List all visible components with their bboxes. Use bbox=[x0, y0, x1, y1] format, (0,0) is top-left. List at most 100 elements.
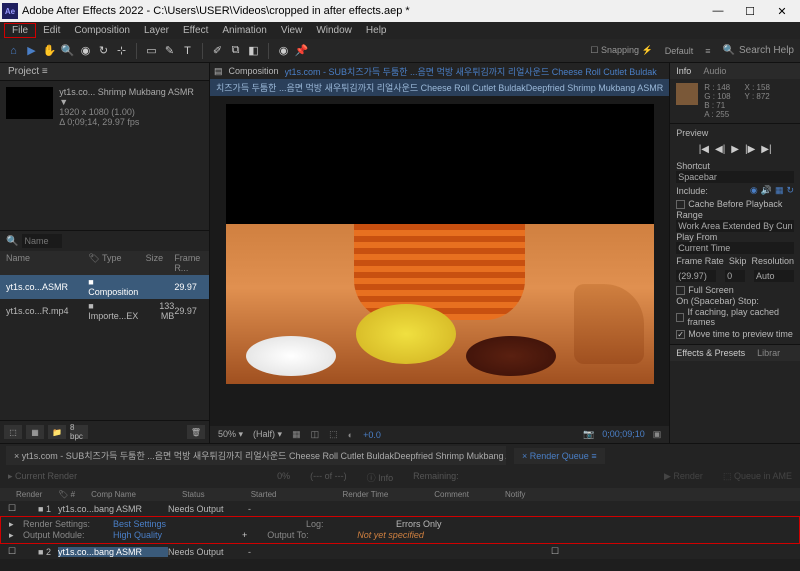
roto-tool-icon[interactable]: ◉ bbox=[276, 43, 291, 58]
mask-icon[interactable]: ◫ bbox=[311, 429, 320, 440]
shortcut-label: Shortcut bbox=[676, 161, 794, 171]
region-icon[interactable]: ⬚ bbox=[329, 429, 338, 440]
play-icon[interactable]: ▶ bbox=[731, 144, 739, 155]
render-queue-tab[interactable]: × Render Queue ≡ bbox=[514, 448, 605, 464]
skip-input[interactable] bbox=[725, 270, 745, 282]
info-b: B : 71 bbox=[704, 101, 730, 110]
text-tool-icon[interactable]: T bbox=[180, 43, 195, 58]
search-help[interactable]: 🔍 Search Help bbox=[723, 45, 794, 56]
camera-icon[interactable]: ▣ bbox=[653, 429, 662, 440]
include-label: Include: bbox=[676, 186, 708, 196]
bpc-toggle[interactable]: 8 bpc bbox=[70, 425, 88, 439]
render-queue-row[interactable]: ☐ ■ 1 yt1s.co...bang ASMR Needs Output - bbox=[0, 501, 800, 516]
menu-layer[interactable]: Layer bbox=[137, 24, 176, 37]
grid-icon[interactable]: ▦ bbox=[292, 429, 301, 440]
prev-frame-icon[interactable]: ◀| bbox=[715, 144, 725, 155]
effects-presets-tab[interactable]: Effects & Presets bbox=[676, 348, 745, 358]
composition-tab[interactable]: yt1s.com - SUB치즈가득 두툼한 ...음면 먹방 새우튀김까지 리… bbox=[285, 65, 657, 78]
range-select[interactable] bbox=[676, 220, 794, 232]
framerate-input[interactable] bbox=[676, 270, 716, 282]
channel-icon[interactable]: ◐ bbox=[348, 430, 353, 440]
delete-icon[interactable]: 🗑 bbox=[187, 425, 205, 439]
overlay-include-icon[interactable]: ▦ bbox=[775, 185, 784, 196]
resolution-dropdown[interactable]: (Half) ▾ bbox=[253, 429, 282, 440]
loop-icon[interactable]: ↻ bbox=[786, 185, 794, 196]
project-row[interactable]: yt1s.co...ASMR■ Composition29.97 bbox=[0, 275, 209, 299]
libraries-tab[interactable]: Librar bbox=[757, 348, 780, 358]
rotate-tool-icon[interactable]: ↻ bbox=[96, 43, 111, 58]
info-tab[interactable]: Info bbox=[676, 66, 691, 76]
menu-effect[interactable]: Effect bbox=[176, 24, 215, 37]
project-tab[interactable]: Project ≡ bbox=[0, 63, 209, 81]
project-table-header: Name🏷 TypeSizeFrame R... bbox=[0, 251, 209, 275]
output-module-link[interactable]: High Quality bbox=[113, 530, 162, 541]
snapshot-icon[interactable]: 📷 bbox=[583, 429, 594, 440]
clone-tool-icon[interactable]: ⧉ bbox=[228, 43, 243, 58]
audio-tab[interactable]: Audio bbox=[703, 66, 726, 76]
search-icon[interactable]: 🔍 bbox=[6, 236, 18, 247]
fullscreen-checkbox[interactable] bbox=[676, 286, 685, 295]
zoom-tool-icon[interactable]: 🔍 bbox=[60, 43, 75, 58]
menu-edit[interactable]: Edit bbox=[36, 24, 67, 37]
pen-tool-icon[interactable]: ✎ bbox=[162, 43, 177, 58]
render-queue-row[interactable]: ☐ ■ 2 yt1s.co...bang ASMR Needs Output -… bbox=[0, 544, 800, 559]
first-frame-icon[interactable]: |◀ bbox=[699, 144, 709, 155]
project-search-input[interactable] bbox=[22, 234, 62, 248]
info-a: A : 255 bbox=[704, 110, 730, 119]
video-include-icon[interactable]: ◉ bbox=[750, 185, 758, 196]
titlebar: Ae Adobe After Effects 2022 - C:\Users\U… bbox=[0, 0, 800, 22]
new-folder-icon[interactable]: 📁 bbox=[48, 425, 66, 439]
viewport[interactable] bbox=[210, 96, 669, 426]
snapping-toggle[interactable]: ☐ Snapping ⚡ bbox=[590, 45, 652, 56]
hand-tool-icon[interactable]: ✋ bbox=[42, 43, 57, 58]
log-dropdown[interactable]: Errors Only bbox=[396, 519, 442, 530]
selection-tool-icon[interactable]: ▶ bbox=[24, 43, 39, 58]
timecode[interactable]: 0;00;09;10 bbox=[602, 429, 645, 440]
menu-composition[interactable]: Composition bbox=[67, 24, 137, 37]
maximize-button[interactable]: ☐ bbox=[734, 0, 766, 22]
add-output-icon[interactable]: + bbox=[242, 530, 247, 541]
exposure[interactable]: +0.0 bbox=[363, 430, 381, 440]
orbit-tool-icon[interactable]: ◉ bbox=[78, 43, 93, 58]
next-frame-icon[interactable]: |▶ bbox=[745, 144, 755, 155]
ifcaching-checkbox[interactable] bbox=[676, 313, 684, 322]
comp-tab-icon[interactable]: ▤ bbox=[214, 66, 223, 77]
menu-animation[interactable]: Animation bbox=[215, 24, 273, 37]
menu-view[interactable]: View bbox=[274, 24, 310, 37]
workspace-default[interactable]: Default bbox=[665, 46, 694, 56]
menu-window[interactable]: Window bbox=[309, 24, 359, 37]
new-comp-icon[interactable]: ▦ bbox=[26, 425, 44, 439]
playfrom-label: Play From bbox=[676, 232, 794, 242]
project-panel: Project ≡ yt1s.co... Shrimp Mukbang ASMR… bbox=[0, 63, 210, 443]
render-button[interactable]: ▶ Render bbox=[664, 471, 703, 484]
menu-help[interactable]: Help bbox=[359, 24, 394, 37]
breadcrumb[interactable]: 치즈가득 두툼한 ...음면 먹방 새우튀김까지 리얼사운드 Cheese Ro… bbox=[210, 79, 669, 96]
timeline-comp-tab[interactable]: × yt1s.com - SUB치즈가득 두툼한 ...음면 먹방 새우튀김까지… bbox=[6, 446, 506, 465]
zoom-dropdown[interactable]: 50% ▾ bbox=[218, 429, 243, 440]
shape-tool-icon[interactable]: ▭ bbox=[144, 43, 159, 58]
brush-tool-icon[interactable]: ✐ bbox=[210, 43, 225, 58]
render-settings-link[interactable]: Best Settings bbox=[113, 519, 166, 530]
audio-include-icon[interactable]: 🔊 bbox=[761, 185, 772, 196]
cache-checkbox[interactable] bbox=[676, 200, 685, 209]
workspace-menu-icon[interactable]: ≡ bbox=[705, 46, 710, 56]
queue-ame-button[interactable]: ⬚ Queue in AME bbox=[723, 471, 792, 484]
close-button[interactable]: ✕ bbox=[766, 0, 798, 22]
menu-file[interactable]: File bbox=[4, 23, 36, 38]
interpret-footage-icon[interactable]: ⬚ bbox=[4, 425, 22, 439]
last-frame-icon[interactable]: ▶| bbox=[761, 144, 771, 155]
anchor-tool-icon[interactable]: ⊹ bbox=[114, 43, 129, 58]
output-to-link[interactable]: Not yet specified bbox=[357, 530, 424, 541]
minimize-button[interactable]: — bbox=[702, 0, 734, 22]
eraser-tool-icon[interactable]: ◧ bbox=[246, 43, 261, 58]
shortcut-select[interactable] bbox=[676, 171, 794, 183]
resolution-input[interactable] bbox=[754, 270, 794, 282]
playfrom-select[interactable] bbox=[676, 242, 794, 254]
menubar: File Edit Composition Layer Effect Anima… bbox=[0, 22, 800, 39]
project-row[interactable]: yt1s.co...R.mp4■ Importe...EX133 MB29.97 bbox=[0, 299, 209, 323]
puppet-tool-icon[interactable]: 📌 bbox=[294, 43, 309, 58]
movetime-checkbox[interactable] bbox=[676, 330, 685, 339]
render-info[interactable]: ⓘ Info bbox=[367, 471, 394, 484]
home-icon[interactable]: ⌂ bbox=[6, 43, 21, 58]
composition-panel: ▤ Composition yt1s.com - SUB치즈가득 두툼한 ...… bbox=[210, 63, 669, 443]
